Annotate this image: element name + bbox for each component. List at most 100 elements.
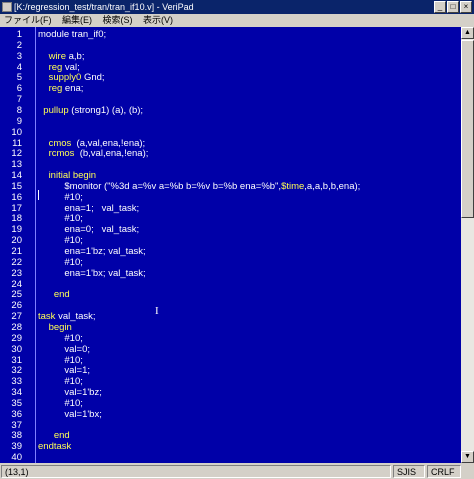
code-line[interactable]: task val_task; [38,312,96,322]
code-token: module tran_if0; [38,29,107,40]
code-line[interactable]: #10; [38,332,83,344]
line-number: 10 [11,126,22,138]
code-line[interactable]: supply0 Gnd; [38,73,105,83]
line-number: 11 [12,137,22,149]
window-title: [K:/regression_test/tran/tran_if10.v] - … [14,2,194,12]
scroll-thumb[interactable] [461,40,474,218]
code-line[interactable]: endtask [38,442,71,452]
line-number: 25 [11,289,22,301]
menu-bar: ファイル(F) 編集(E) 検索(S) 表示(V) [0,14,474,27]
line-number: 7 [16,94,22,106]
code-line[interactable]: val=1'bz; [38,388,101,398]
line-number: 12 [11,148,22,160]
app-icon[interactable] [2,2,12,12]
code-token: (b,val,ena,!ena); [74,148,149,160]
code-line[interactable]: val=0; [38,343,91,355]
code-line[interactable]: #10; [38,256,83,268]
code-token: #10; [38,354,83,366]
editor-area[interactable]: 1 2 3 4 5 6 7 8 9 10 11 12 13 14 15 16 17 18 19 20 21 22 23 24 2… [0,27,461,463]
line-number: 21 [11,246,22,257]
code-token: Gnd; [81,72,105,84]
line-number: 27 [11,311,22,323]
code-line[interactable]: #10; [38,397,83,409]
line-number: 23 [11,267,22,279]
code-token: #10; [38,256,83,268]
code-line[interactable]: val=1; [38,366,90,376]
title-bar[interactable]: [K:/regression_test/tran/tran_if10.v] - … [0,0,474,14]
keyword-token: task [38,311,56,323]
code-line[interactable]: #10; [38,236,83,246]
code-line[interactable]: val=1'bx; [38,409,101,420]
maximize-button[interactable]: □ [447,1,459,13]
keyword-token: reg [48,83,63,95]
code-token: ena; [62,83,84,95]
scroll-down-button[interactable]: ▼ [461,451,474,463]
code-line[interactable]: #10; [38,354,83,366]
code-line[interactable]: pullup (strong1) (a), (b); [38,104,144,116]
code-line[interactable]: ena=1'bz; val_task; [38,246,146,257]
status-line-ending: CRLF [427,465,461,478]
line-number: 5 [16,72,22,84]
line-number: 20 [11,235,22,247]
code-token: (strong1) (a), (b); [68,104,144,116]
line-number: 40 [11,452,22,464]
minimize-button[interactable]: _ [434,1,446,13]
code-token: #10; [38,332,83,344]
code-token: $monitor ("%3d a=%v a=%b b=%v b=%b ena=%… [38,180,282,192]
code-line[interactable]: #10; [38,214,83,224]
vertical-scrollbar[interactable]: ▲ ▼ [461,27,474,463]
code-line[interactable]: reg val; [38,62,80,73]
line-number: 39 [11,441,22,453]
code-line[interactable]: initial begin [38,170,97,182]
veripad-window: [K:/regression_test/tran/tran_if10.v] - … [0,0,474,479]
code-line[interactable]: rcmos (b,val,ena,!ena); [38,148,149,160]
code-line[interactable]: #10; [38,377,83,387]
keyword-token: end [53,430,70,442]
code-line[interactable]: ena=0; val_task; [38,225,139,235]
line-number: 2 [16,39,22,51]
line-number: 15 [11,180,22,192]
code-token: ena=1'bz; val_task; [38,246,146,257]
code-line[interactable]: module tran_if0; [38,30,106,40]
code-line[interactable]: end [38,290,70,300]
scroll-up-button[interactable]: ▲ [461,27,474,39]
line-number: 8 [16,104,22,116]
code-line[interactable]: end [38,431,70,441]
line-number: 13 [11,159,22,171]
code-token: val_task; [55,311,96,323]
code-line[interactable]: #10; [38,192,83,203]
menu-view[interactable]: 表示(V) [139,14,177,27]
line-number: 9 [16,115,22,127]
code-line[interactable]: ena=1; val_task; [38,203,139,214]
line-number: 26 [11,300,22,312]
menu-file[interactable]: ファイル(F) [0,14,56,27]
line-number: 19 [11,224,22,236]
line-number: 38 [11,430,22,442]
keyword-token: initial begin [48,170,97,182]
line-number: 35 [11,397,22,409]
code-line[interactable]: begin [38,322,72,333]
close-button[interactable]: × [460,1,472,13]
code-line[interactable]: cmos (a,val,ena,!ena); [38,137,146,149]
menu-edit[interactable]: 編集(E) [58,14,96,27]
code-token: #10; [38,397,83,409]
code-token: (a,val,ena,!ena); [71,137,146,149]
line-number: 3 [16,50,22,62]
code-line[interactable]: wire a,b; [38,51,85,62]
menu-search[interactable]: 検索(S) [99,14,137,27]
code-line[interactable]: ena=1'bx; val_task; [38,268,145,279]
gutter-separator [35,27,36,463]
code-line[interactable]: $monitor ("%3d a=%v a=%b b=%v b=%b ena=%… [38,180,360,192]
keyword-token: endtask [38,441,72,453]
code-line[interactable]: reg ena; [38,83,84,95]
line-number: 32 [11,365,22,377]
keyword-token: pullup [43,104,69,116]
code-token: val=0; [38,343,91,355]
line-number: 22 [11,256,22,268]
